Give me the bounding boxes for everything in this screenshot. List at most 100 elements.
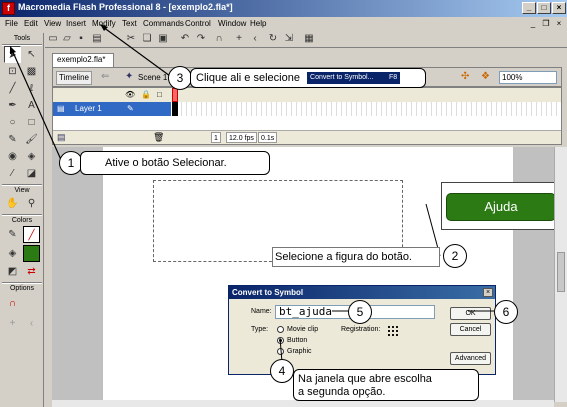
- minimize-button[interactable]: _: [522, 2, 536, 14]
- snap-magnet-icon[interactable]: ∩: [213, 33, 225, 45]
- menu-text[interactable]: Text: [122, 17, 137, 31]
- rotate-icon[interactable]: ↻: [267, 33, 279, 45]
- outline-icon[interactable]: □: [157, 90, 162, 99]
- doc-restore-icon[interactable]: ❐: [540, 18, 552, 29]
- edit-symbols-icon[interactable]: ❖: [481, 71, 490, 82]
- pencil-tool-icon[interactable]: ✎: [4, 131, 21, 148]
- layer-row[interactable]: Layer 1 ▤ ✎: [53, 102, 171, 116]
- snap-option-icon[interactable]: ∩: [4, 295, 21, 312]
- fill-transform-tool-icon[interactable]: ▩: [23, 63, 40, 80]
- stroke-color-icon[interactable]: ✎: [4, 226, 21, 243]
- eye-icon[interactable]: 👁: [125, 90, 135, 99]
- hand-tool-icon[interactable]: ✋: [4, 195, 21, 212]
- playhead[interactable]: [172, 88, 178, 102]
- open-file-icon[interactable]: ▱: [61, 33, 73, 45]
- scale-icon[interactable]: ⇲: [283, 33, 295, 45]
- undo-icon[interactable]: ↶: [179, 33, 191, 45]
- ok-button[interactable]: OK: [450, 307, 491, 320]
- vertical-scrollbar[interactable]: [554, 147, 567, 402]
- name-label: Name:: [251, 308, 272, 315]
- pen-tool-icon[interactable]: ✒: [4, 97, 21, 114]
- selection-tool-icon[interactable]: ➤: [4, 46, 21, 63]
- keyframe-filled[interactable]: [172, 102, 178, 116]
- lock-icon[interactable]: 🔒: [141, 90, 151, 99]
- view-label: View: [14, 187, 30, 194]
- horizontal-scrollbar[interactable]: [52, 400, 554, 407]
- maximize-button[interactable]: □: [537, 2, 551, 14]
- swap-colors-icon[interactable]: ⇄: [23, 263, 40, 280]
- subselection-tool-icon[interactable]: ↖: [23, 46, 40, 63]
- doc-minimize-icon[interactable]: _: [527, 18, 539, 29]
- ajuda-button-graphic[interactable]: Ajuda: [446, 193, 556, 221]
- align-icon[interactable]: ▦: [303, 33, 315, 45]
- edit-scene-icon[interactable]: ✣: [461, 71, 469, 82]
- insert-layer-icon[interactable]: ▤: [57, 132, 66, 143]
- registration-grid[interactable]: [387, 325, 399, 337]
- document-tab[interactable]: exemplo2.fla*: [52, 53, 114, 67]
- eyedropper-tool-icon[interactable]: ⁄: [4, 165, 21, 182]
- menu-view[interactable]: View: [44, 17, 61, 31]
- rectangle-tool-icon[interactable]: □: [23, 114, 40, 131]
- zoom-select[interactable]: 100%: [499, 71, 557, 84]
- cancel-button[interactable]: Cancel: [450, 323, 491, 336]
- oval-tool-icon[interactable]: ○: [4, 114, 21, 131]
- free-transform-tool-icon[interactable]: ⊡: [4, 63, 21, 80]
- flash-app-icon: f: [2, 2, 15, 15]
- no-color-swatch-icon[interactable]: ╱: [23, 226, 40, 243]
- graphic-radio[interactable]: [277, 348, 284, 355]
- movie-clip-label: Movie clip: [287, 326, 319, 333]
- menu-edit[interactable]: Edit: [24, 17, 38, 31]
- menu-modify[interactable]: Modify: [92, 17, 116, 31]
- cut-icon[interactable]: ✂: [125, 33, 137, 45]
- paint-bucket-tool-icon[interactable]: ◈: [23, 148, 40, 165]
- text-tool-icon[interactable]: A: [23, 97, 40, 114]
- movie-clip-radio[interactable]: [277, 326, 284, 333]
- menu-help[interactable]: Help: [250, 17, 266, 31]
- registration-label: Registration:: [341, 326, 381, 333]
- menu-file[interactable]: File: [5, 17, 18, 31]
- button-figure[interactable]: Ajuda: [441, 182, 561, 230]
- fill-color-icon[interactable]: ◈: [4, 245, 21, 262]
- menu-insert[interactable]: Insert: [66, 17, 86, 31]
- title-bar: f Macromedia Flash Professional 8 - [exe…: [0, 0, 567, 17]
- advanced-button[interactable]: Advanced: [450, 352, 491, 365]
- paste-icon[interactable]: ▣: [157, 33, 169, 45]
- smooth-icon[interactable]: +: [233, 33, 245, 45]
- new-file-icon[interactable]: ▭: [47, 33, 59, 45]
- scroll-thumb[interactable]: [557, 252, 565, 292]
- line-tool-icon[interactable]: ╱: [4, 80, 21, 97]
- lasso-tool-icon[interactable]: ℓ: [23, 80, 40, 97]
- straighten-icon[interactable]: ‹: [249, 33, 261, 45]
- dialog-close-icon[interactable]: ×: [483, 288, 493, 297]
- frames-strip[interactable]: [172, 102, 561, 116]
- step-4-badge: 4: [270, 359, 294, 383]
- elapsed-time: 0.1s: [258, 132, 278, 143]
- copy-icon[interactable]: ❏: [141, 33, 153, 45]
- zoom-tool-icon[interactable]: ⚲: [23, 195, 40, 212]
- brush-tool-icon[interactable]: 🖌: [23, 131, 40, 148]
- close-button[interactable]: ×: [552, 2, 566, 14]
- menu-commands[interactable]: Commands: [143, 17, 184, 31]
- step-6-badge: 6: [494, 300, 518, 324]
- timeline-footer: ▤ 🗑 1 12.0 fps 0.1s: [53, 130, 561, 144]
- timeline-button[interactable]: Timeline: [56, 71, 92, 85]
- type-label: Type:: [251, 326, 269, 333]
- black-white-icon[interactable]: ◩: [4, 263, 21, 280]
- delete-layer-icon[interactable]: 🗑: [153, 132, 164, 143]
- smooth-option-icon[interactable]: +: [4, 315, 21, 332]
- straighten-option-icon[interactable]: ‹: [23, 315, 40, 332]
- current-frame: 1: [211, 132, 221, 143]
- print-icon[interactable]: ▤: [91, 33, 103, 45]
- step-3-callout: Clique ali e selecione Convert to Symbol…: [190, 68, 426, 88]
- doc-close-icon[interactable]: ×: [553, 18, 565, 29]
- save-icon[interactable]: ▪: [75, 33, 87, 45]
- back-arrow-icon[interactable]: ⇐: [101, 71, 109, 82]
- redo-icon[interactable]: ↷: [195, 33, 207, 45]
- ink-bottle-tool-icon[interactable]: ◉: [4, 148, 21, 165]
- fill-color-swatch[interactable]: [23, 245, 40, 262]
- button-radio[interactable]: [277, 337, 284, 344]
- menu-window[interactable]: Window: [218, 17, 246, 31]
- menu-control[interactable]: Control: [185, 17, 211, 31]
- eraser-tool-icon[interactable]: ◪: [23, 165, 40, 182]
- shortcut-label: F8: [389, 74, 398, 82]
